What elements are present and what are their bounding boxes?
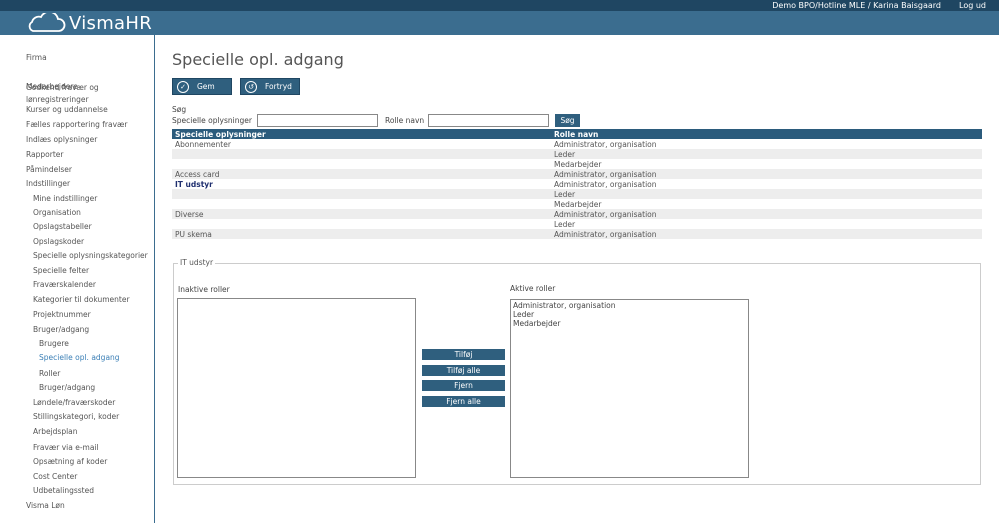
table-row[interactable]: Medarbejder — [172, 199, 982, 209]
add-button[interactable]: Tilføj — [422, 349, 505, 360]
sidebar-item[interactable]: Kurser og uddannelse — [26, 105, 108, 114]
remove-button[interactable]: Fjern — [422, 380, 505, 391]
sidebar-item[interactable]: Løndele/fraværskoder — [33, 398, 115, 407]
panel-legend: IT udstyr — [178, 258, 216, 267]
list-item[interactable]: Medarbejder — [511, 319, 748, 328]
brand-logo[interactable]: VismaHR — [25, 12, 152, 34]
table-row[interactable]: Leder — [172, 219, 982, 229]
column-header-info: Specielle oplysninger — [175, 130, 266, 139]
table-row[interactable]: Abonnementer Administrator, organisation — [172, 139, 982, 149]
cell-role: Administrator, organisation — [554, 210, 657, 219]
inactive-roles-label: Inaktive roller — [178, 285, 230, 294]
column-header-role: Rolle navn — [554, 130, 599, 139]
cell-role: Medarbejder — [554, 200, 602, 209]
sidebar-item[interactable]: Visma Løn — [26, 501, 65, 510]
cell-info: PU skema — [175, 230, 212, 239]
top-bar: Demo BPO/Hotline MLE / Karina Baisgaard … — [0, 0, 999, 11]
active-roles-list[interactable]: Administrator, organisation Leder Medarbej… — [510, 299, 749, 478]
sidebar-item[interactable]: Indstillinger — [26, 179, 70, 188]
remove-all-button[interactable]: Fjern alle — [422, 396, 505, 407]
cell-role: Administrator, organisation — [554, 140, 657, 149]
cell-role: Administrator, organisation — [554, 230, 657, 239]
table-row[interactable]: Diverse Administrator, organisation — [172, 209, 982, 219]
sidebar-item[interactable]: Bruger/adgang — [33, 325, 89, 334]
sidebar-item[interactable]: Godkend fravær og — [26, 83, 99, 92]
role-name-label: Rolle navn — [385, 116, 425, 125]
table-row[interactable]: Medarbejder — [172, 159, 982, 169]
list-item[interactable]: Administrator, organisation — [511, 301, 748, 310]
search-heading: Søg — [172, 105, 187, 114]
sidebar-item[interactable]: Specielle felter — [33, 266, 89, 275]
cell-info: Abonnementer — [175, 140, 231, 149]
undo-icon: ↺ — [245, 80, 257, 93]
cell-role: Administrator, organisation — [554, 170, 657, 179]
add-all-button[interactable]: Tilføj alle — [422, 365, 505, 376]
cell-info: Access card — [175, 170, 220, 179]
save-button[interactable]: ✓ Gem — [172, 78, 232, 95]
cell-role: Administrator, organisation — [554, 180, 657, 189]
current-user: Demo BPO/Hotline MLE / Karina Baisgaard — [772, 1, 941, 10]
cell-info: IT udstyr — [175, 180, 213, 189]
cell-role: Leder — [554, 220, 576, 229]
cell-role: Medarbejder — [554, 160, 602, 169]
sidebar-item[interactable]: Projektnummer — [33, 310, 91, 319]
sidebar-item[interactable]: Specielle oplysningskategorier — [33, 251, 148, 260]
sidebar-item[interactable]: Indlæs oplysninger — [26, 135, 97, 144]
cloud-icon — [28, 13, 66, 32]
active-roles-label: Aktive roller — [510, 284, 556, 293]
table-header: Specielle oplysninger Rolle navn — [172, 129, 982, 139]
sidebar-item[interactable]: Rapporter — [26, 150, 63, 159]
table-row[interactable]: Leder — [172, 149, 982, 159]
special-info-table: Specielle oplysninger Rolle navn Abonnem… — [172, 129, 982, 239]
sidebar-item[interactable]: Udbetalingssted — [33, 486, 94, 495]
sidebar-item[interactable]: Specielle opl. adgang — [39, 353, 120, 362]
sidebar-item[interactable]: Påmindelser — [26, 165, 72, 174]
cell-info: Diverse — [175, 210, 204, 219]
page-title: Specielle opl. adgang — [172, 50, 344, 69]
sidebar-item[interactable]: Brugere — [39, 339, 69, 348]
cell-role: Leder — [554, 150, 576, 159]
sidebar-item[interactable]: Stillingskategori, koder — [33, 412, 119, 421]
undo-button[interactable]: ↺ Fortryd — [240, 78, 300, 95]
brand-name: VismaHR — [69, 12, 153, 34]
special-info-input[interactable] — [257, 114, 378, 127]
sidebar-item[interactable]: Fravær via e-mail — [33, 443, 99, 452]
check-icon: ✓ — [177, 80, 189, 93]
logout-link[interactable]: Log ud — [959, 1, 986, 10]
role-name-input[interactable] — [428, 114, 549, 127]
table-row[interactable]: Leder — [172, 189, 982, 199]
list-item[interactable]: Leder — [511, 310, 748, 319]
table-row[interactable]: Access card Administrator, organisation — [172, 169, 982, 179]
sidebar-item[interactable]: Fraværskalender — [33, 280, 96, 289]
sidebar-item[interactable]: Opslagskoder — [33, 237, 84, 246]
sidebar-item[interactable]: Kategorier til dokumenter — [33, 295, 130, 304]
sidebar-item[interactable]: Opsætning af koder — [33, 457, 107, 466]
sidebar-item[interactable]: Cost Center — [33, 472, 77, 481]
sidebar-item[interactable]: lønregistreringer — [26, 95, 89, 104]
table-row[interactable]: PU skema Administrator, organisation — [172, 229, 982, 239]
special-info-label: Specielle oplysninger — [172, 116, 252, 125]
sidebar-item[interactable]: Firma — [26, 53, 47, 62]
sidebar-item[interactable]: Opslagstabeller — [33, 222, 92, 231]
sidebar-nav: Firma Medarbejdere Godkend fravær og lønreg… — [0, 35, 155, 523]
sidebar-item[interactable]: Fælles rapportering fravær — [26, 120, 127, 129]
sidebar-item[interactable]: Roller — [39, 369, 60, 378]
inactive-roles-list[interactable] — [177, 298, 416, 478]
sidebar-item[interactable]: Mine indstillinger — [33, 194, 97, 203]
undo-button-label: Fortryd — [265, 82, 292, 91]
search-button[interactable]: Søg — [555, 114, 580, 127]
sidebar-item[interactable]: Arbejdsplan — [33, 427, 78, 436]
cell-role: Leder — [554, 190, 576, 199]
table-row[interactable]: IT udstyr Administrator, organisation — [172, 179, 982, 189]
sidebar-item[interactable]: Bruger/adgang — [39, 383, 95, 392]
sidebar-item[interactable]: Organisation — [33, 208, 81, 217]
save-button-label: Gem — [197, 82, 215, 91]
